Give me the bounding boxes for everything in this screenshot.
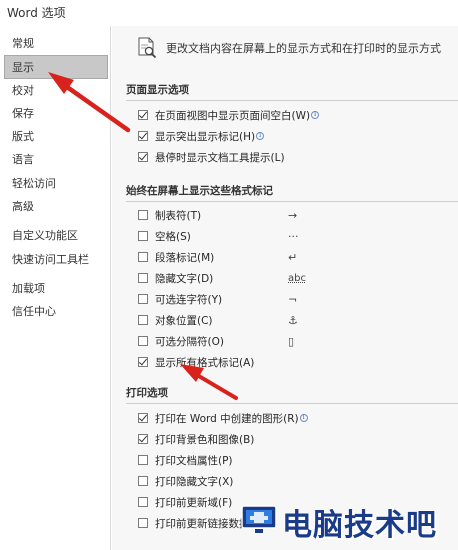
monitor-logo-icon [241, 505, 277, 533]
option-label: 对象位置(C) [155, 315, 213, 327]
section-divider [126, 201, 458, 202]
document-magnifier-icon [138, 37, 157, 59]
checkbox-checked[interactable] [138, 152, 148, 162]
checkbox-unchecked[interactable] [138, 476, 148, 486]
sidebar-item-add-ins[interactable]: 加载项 [0, 277, 110, 300]
option-optional-hyphens[interactable]: 可选连字符(Y) ¬ [138, 291, 297, 309]
option-print-drawings[interactable]: 打印在 Word 中创建的图形(R) i [138, 410, 308, 428]
sidebar-item-advanced[interactable]: 高级 [0, 195, 110, 218]
checkbox-unchecked[interactable] [138, 294, 148, 304]
checkbox-unchecked[interactable] [138, 518, 148, 528]
checkbox-checked[interactable] [138, 131, 148, 141]
option-show-document-tooltips[interactable]: 悬停时显示文档工具提示(L) [138, 149, 285, 167]
option-label: 打印文档属性(P) [155, 455, 233, 467]
checkbox-unchecked[interactable] [138, 210, 148, 220]
optional-hyphen-icon: ¬ [288, 293, 298, 306]
paragraph-return-icon: ↵ [288, 251, 298, 264]
panel-description: 更改文档内容在屏幕上的显示方式和在打印时的显示方式 [166, 42, 441, 55]
option-label: 段落标记(M) [155, 252, 215, 264]
tab-arrow-icon: → [288, 209, 298, 222]
sidebar-item-save[interactable]: 保存 [0, 102, 110, 125]
option-label: 悬停时显示文档工具提示(L) [155, 152, 285, 164]
option-label: 制表符(T) [155, 210, 202, 222]
window-title: Word 选项 [7, 6, 66, 20]
watermark: 电脑技术吧 [238, 498, 458, 543]
checkbox-unchecked[interactable] [138, 455, 148, 465]
checkbox-unchecked[interactable] [138, 497, 148, 507]
option-label: 打印前更新域(F) [155, 497, 233, 509]
option-label: 打印在 Word 中创建的图形(R) [155, 413, 299, 425]
checkbox-checked[interactable] [138, 413, 148, 423]
checkbox-unchecked[interactable] [138, 273, 148, 283]
checkbox-checked[interactable] [138, 357, 148, 367]
option-show-highlighter-marks[interactable]: 显示突出显示标记(H) i [138, 128, 265, 146]
checkbox-unchecked[interactable] [138, 315, 148, 325]
display-options-panel: 更改文档内容在屏幕上的显示方式和在打印时的显示方式 页面显示选项 在页面视图中显… [112, 26, 458, 550]
panel-header: 更改文档内容在屏幕上的显示方式和在打印时的显示方式 [112, 26, 458, 76]
checkbox-unchecked[interactable] [138, 231, 148, 241]
checkbox-checked[interactable] [138, 434, 148, 444]
option-label: 在页面视图中显示页面间空白(W) [155, 110, 311, 122]
anchor-icon: ⚓ [288, 314, 298, 327]
section-divider [126, 100, 458, 101]
option-print-background[interactable]: 打印背景色和图像(B) [138, 431, 254, 449]
sidebar-item-language[interactable]: 语言 [0, 148, 110, 171]
sidebar-item-proofing[interactable]: 校对 [0, 79, 110, 102]
option-spaces[interactable]: 空格(S) ··· [138, 228, 299, 246]
option-label: 显示所有格式标记(A) [155, 357, 255, 369]
sidebar-item-typography[interactable]: 版式 [0, 125, 110, 148]
option-label: 可选分隔符(O) [155, 336, 224, 348]
option-object-anchors[interactable]: 对象位置(C) ⚓ [138, 312, 298, 330]
section-title-printing: 打印选项 [126, 387, 168, 399]
option-print-document-properties[interactable]: 打印文档属性(P) [138, 452, 233, 470]
option-label: 打印隐藏文字(X) [155, 476, 234, 488]
option-update-fields-before-print[interactable]: 打印前更新域(F) [138, 494, 232, 512]
info-icon: i [256, 132, 265, 140]
option-tab-characters[interactable]: 制表符(T) → [138, 207, 297, 225]
option-label: 显示突出显示标记(H) [155, 131, 256, 143]
optional-break-icon: ▯ [288, 335, 295, 348]
sidebar-item-general[interactable]: 常规 [0, 32, 110, 55]
sidebar-item-accessibility[interactable]: 轻松访问 [0, 172, 110, 195]
option-label: 打印背景色和图像(B) [155, 434, 255, 446]
watermark-text: 电脑技术吧 [282, 508, 437, 543]
section-title-page-display: 页面显示选项 [126, 84, 189, 96]
option-paragraph-marks[interactable]: 段落标记(M) ↵ [138, 249, 297, 267]
checkbox-checked[interactable] [138, 110, 148, 120]
info-icon: i [311, 111, 320, 119]
option-show-all-formatting-marks[interactable]: 显示所有格式标记(A) [138, 354, 254, 372]
sidebar-item-trust-center[interactable]: 信任中心 [0, 300, 110, 323]
option-label: 隐藏文字(D) [155, 273, 214, 285]
sidebar-item-display[interactable]: 显示 [4, 55, 108, 79]
option-hidden-text[interactable]: 隐藏文字(D) abc [138, 270, 306, 288]
section-title-formatting-marks: 始终在屏幕上显示这些格式标记 [126, 185, 273, 197]
checkbox-unchecked[interactable] [138, 336, 148, 346]
option-print-hidden-text[interactable]: 打印隐藏文字(X) [138, 473, 233, 491]
checkbox-unchecked[interactable] [138, 252, 148, 262]
option-show-whitespace[interactable]: 在页面视图中显示页面间空白(W) i [138, 107, 320, 125]
info-icon: i [299, 414, 308, 422]
sidebar-item-quick-access-toolbar[interactable]: 快速访问工具栏 [0, 248, 110, 271]
option-optional-breaks[interactable]: 可选分隔符(O) ▯ [138, 333, 294, 351]
hidden-text-abc-icon: abc [288, 273, 306, 284]
option-label: 可选连字符(Y) [155, 294, 223, 306]
option-label: 空格(S) [155, 231, 191, 243]
space-dots-icon: ··· [288, 230, 299, 243]
section-divider [126, 403, 458, 404]
options-sidebar: 常规 显示 校对 保存 版式 语言 轻松访问 高级 自定义功能区 快速访问工具栏… [0, 26, 111, 550]
sidebar-item-customize-ribbon[interactable]: 自定义功能区 [0, 224, 110, 247]
